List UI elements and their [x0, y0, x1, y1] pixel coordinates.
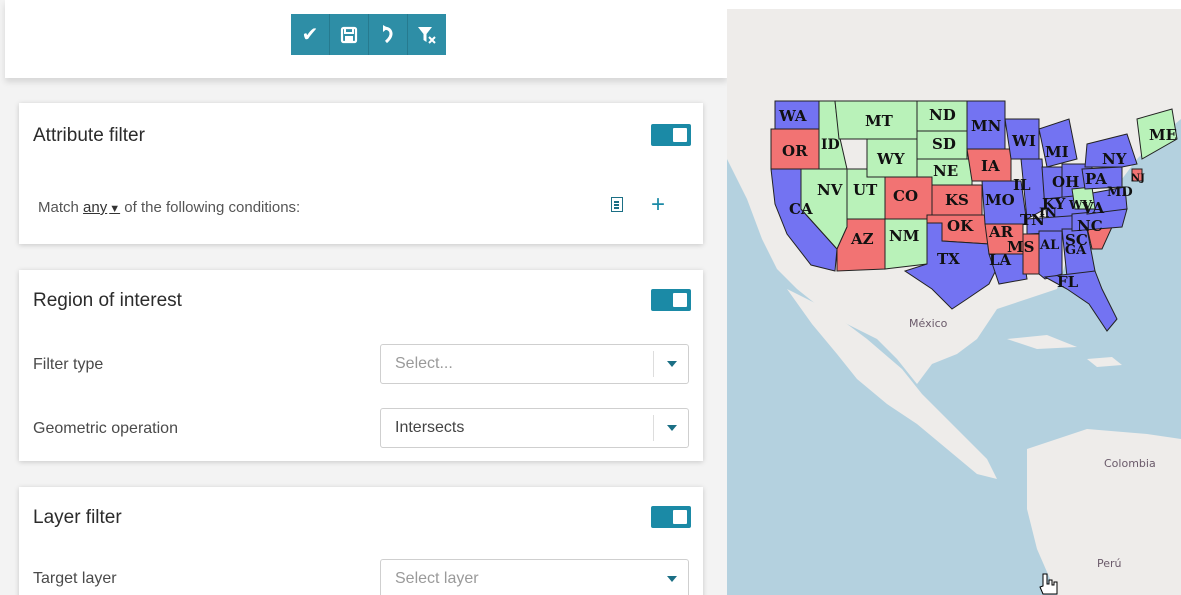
state-label-ms: MS	[1007, 238, 1034, 256]
clear-filter-icon	[418, 26, 436, 44]
state-label-nd: ND	[929, 106, 956, 124]
chevron-down-icon	[667, 361, 677, 367]
layer-filter-panel: Layer filter Target layer Select layer	[19, 487, 703, 595]
state-label-ut: UT	[853, 181, 878, 199]
state-label-ne: NE	[933, 162, 958, 180]
region-of-interest-title: Region of interest	[33, 290, 182, 311]
layer-filter-toggle[interactable]	[651, 506, 691, 528]
target-layer-placeholder: Select layer	[395, 570, 479, 587]
match-condition-row: Match any ▼ of the following conditions:	[38, 199, 300, 216]
state-label-az: AZ	[850, 230, 874, 248]
match-mode-dropdown[interactable]: any ▼	[83, 199, 120, 216]
state-label-co: CO	[893, 187, 918, 205]
geometric-operation-value: Intersects	[395, 419, 465, 436]
chevron-down-icon	[667, 576, 677, 582]
state-label-fl: FL	[1057, 273, 1079, 291]
toolbar-area: ✔	[5, 0, 727, 78]
state-label-mi: MI	[1045, 143, 1069, 161]
target-layer-label: Target layer	[33, 570, 117, 587]
state-label-wv: WV	[1068, 198, 1092, 212]
state-label-wy: WY	[876, 150, 905, 168]
target-layer-select[interactable]: Select layer	[380, 559, 689, 595]
state-label-sd: SD	[932, 135, 956, 153]
filter-type-placeholder: Select...	[395, 355, 453, 372]
state-label-tx: TX	[937, 250, 960, 268]
attribute-filter-panel: Attribute filter Match any ▼ of the follo…	[19, 103, 703, 244]
state-label-ky: KY	[1042, 195, 1066, 213]
clear-filter-button[interactable]	[407, 14, 446, 55]
south-america-land	[1027, 429, 1181, 595]
chevron-down-icon: ▼	[109, 203, 121, 215]
map-canvas[interactable]: WA OR CA ID NV UT AZ MT WY CO NM ND SD N…	[727, 9, 1181, 595]
filter-type-label: Filter type	[33, 356, 104, 373]
state-label-ca: CA	[789, 200, 813, 218]
place-label-mexico: México	[909, 317, 948, 330]
state-label-ks: KS	[945, 191, 969, 209]
state-label-md: MD	[1107, 185, 1133, 200]
place-label-colombia: Colombia	[1104, 457, 1156, 470]
add-condition-button[interactable]: +	[651, 191, 665, 219]
state-label-nj: NJ	[1131, 173, 1145, 184]
state-label-oh: OH	[1052, 173, 1079, 191]
match-prefix: Match	[38, 199, 79, 216]
state-label-al: AL	[1039, 238, 1059, 253]
filter-toolbar: ✔	[291, 14, 446, 55]
geometric-operation-label: Geometric operation	[33, 420, 178, 437]
map-view[interactable]: WA OR CA ID NV UT AZ MT WY CO NM ND SD N…	[727, 9, 1181, 595]
condition-list-icon[interactable]	[611, 197, 623, 212]
undo-button[interactable]	[368, 14, 407, 55]
save-icon	[340, 26, 358, 43]
state-label-id: ID	[821, 137, 840, 153]
state-label-ia: IA	[981, 157, 1000, 175]
attribute-filter-toggle[interactable]	[651, 124, 691, 146]
filter-type-select[interactable]: Select...	[380, 344, 689, 384]
state-label-tn: TN	[1020, 211, 1045, 229]
geometric-operation-select[interactable]: Intersects	[380, 408, 689, 448]
state-fl[interactable]	[1043, 270, 1118, 332]
cuba-land	[1007, 335, 1077, 349]
state-label-ny: NY	[1102, 150, 1127, 168]
state-label-ok: OK	[947, 217, 974, 235]
state-label-nv: NV	[817, 181, 843, 199]
check-icon: ✔	[301, 24, 319, 46]
state-label-il: IL	[1013, 176, 1031, 194]
state-label-mn: MN	[971, 117, 1002, 135]
state-label-or: OR	[782, 142, 808, 160]
state-label-nm: NM	[889, 227, 919, 245]
caribbean-land	[1087, 357, 1122, 367]
region-of-interest-panel: Region of interest Filter type Select...…	[19, 270, 703, 461]
chevron-down-icon	[667, 425, 677, 431]
apply-button[interactable]: ✔	[291, 14, 329, 55]
place-label-peru: Perú	[1097, 557, 1122, 570]
save-button[interactable]	[329, 14, 368, 55]
state-label-nc: NC	[1077, 217, 1103, 235]
undo-icon	[382, 24, 393, 43]
match-suffix: of the following conditions:	[124, 199, 301, 216]
state-label-mt: MT	[865, 112, 894, 130]
plus-icon: +	[651, 191, 666, 218]
state-label-wi: WI	[1011, 132, 1036, 150]
filter-panel: ✔ Attribute filter Match any ▼ of the fo…	[0, 0, 727, 595]
layer-filter-title: Layer filter	[33, 507, 122, 528]
state-label-wa: WA	[778, 107, 807, 125]
state-label-me: ME	[1149, 126, 1177, 144]
attribute-filter-title: Attribute filter	[33, 125, 145, 146]
region-of-interest-toggle[interactable]	[651, 289, 691, 311]
state-label-pa: PA	[1085, 170, 1107, 188]
state-label-mo: MO	[985, 191, 1015, 209]
